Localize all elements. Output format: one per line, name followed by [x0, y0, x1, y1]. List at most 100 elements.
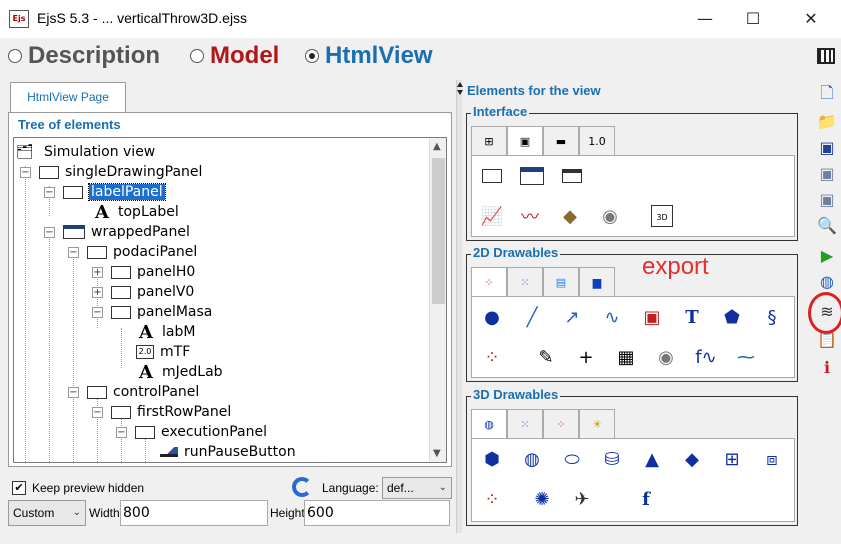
- scroll-up-icon[interactable]: ▲: [433, 141, 441, 152]
- video-2d-icon[interactable]: ▦: [612, 343, 640, 371]
- globe-icon[interactable]: ◍: [816, 270, 838, 292]
- tree-item-executionpanel[interactable]: − executionPanel: [116, 422, 267, 442]
- expand-toggle[interactable]: +: [92, 266, 103, 278]
- polygon-2d-icon[interactable]: ⬟: [718, 303, 746, 331]
- tab-2d-sets-icon[interactable]: ⁙: [507, 267, 543, 296]
- collapse-toggle[interactable]: −: [92, 306, 103, 318]
- close-button[interactable]: ✕: [788, 4, 834, 34]
- disk-3d-icon[interactable]: ⬭: [558, 445, 586, 473]
- tab-2d-basic-icon[interactable]: ⁘: [471, 267, 507, 296]
- tree-item-wrappedpanel[interactable]: − wrappedPanel: [44, 222, 190, 242]
- scroll-down-icon[interactable]: ▼: [433, 448, 441, 459]
- tree-item-singledrawingpanel[interactable]: − singleDrawingPanel: [20, 162, 202, 182]
- element-tree[interactable]: 🗂 Simulation view − singleDrawingPanel −…: [13, 137, 447, 463]
- shape-2d-icon[interactable]: ●: [478, 303, 506, 331]
- tree-item-toplabel[interactable]: A topLabel: [92, 202, 179, 223]
- collapse-toggle[interactable]: −: [116, 426, 127, 438]
- collapse-toggle[interactable]: −: [44, 186, 55, 198]
- plotting-panel-icon[interactable]: 📈: [478, 202, 506, 230]
- data-trail-2d-icon[interactable]: ⁓: [732, 343, 760, 371]
- image-panel-icon[interactable]: ◆: [556, 202, 584, 230]
- expand-toggle[interactable]: +: [92, 286, 103, 298]
- tree-item-simulation-view[interactable]: 🗂 Simulation view: [16, 142, 155, 162]
- sphere-3d-icon[interactable]: ◍: [518, 445, 546, 473]
- tab-htmlview-page[interactable]: HtmlView Page: [10, 82, 126, 112]
- segment-2d-icon[interactable]: ╱: [518, 303, 546, 331]
- radio-icon[interactable]: [8, 49, 22, 63]
- tree-item-runpausebutton[interactable]: runPauseButton: [160, 442, 296, 462]
- tree-item-controlpanel[interactable]: − controlPanel: [68, 382, 199, 402]
- trace-3d-icon[interactable]: ⁘: [478, 485, 506, 513]
- cone-3d-icon[interactable]: ▲: [638, 445, 666, 473]
- tab-3d-sets-icon[interactable]: ⁙: [507, 409, 543, 438]
- minimize-button[interactable]: —: [682, 4, 728, 34]
- plane-3d-icon[interactable]: ⊞: [718, 445, 746, 473]
- trace-2d-icon[interactable]: ⁘: [478, 343, 506, 371]
- refresh-icon[interactable]: [292, 477, 312, 497]
- cursor-2d-icon[interactable]: +: [572, 343, 600, 371]
- tab-tree-icon[interactable]: ⊞: [471, 126, 507, 155]
- cylinder-3d-icon[interactable]: ⛁: [598, 445, 626, 473]
- language-select[interactable]: def... ⌄: [382, 477, 452, 499]
- tree-item-mjedlab[interactable]: A mJedLab: [136, 362, 223, 383]
- keep-preview-checkbox[interactable]: ✔: [12, 481, 26, 495]
- tree-item-mtf[interactable]: 2.0 mTF: [136, 342, 190, 362]
- grid-view-icon[interactable]: [817, 48, 835, 64]
- width-input[interactable]: 800: [120, 500, 268, 526]
- tab-button-icon[interactable]: ▬: [543, 126, 579, 155]
- shuttle-3d-icon[interactable]: ✈: [568, 485, 596, 513]
- height-input[interactable]: 600: [304, 500, 450, 526]
- tabbed-panel-element-icon[interactable]: [558, 162, 586, 190]
- tab-window-icon[interactable]: ▣: [507, 126, 543, 155]
- ellipsoid-3d-icon[interactable]: ✺: [528, 485, 556, 513]
- tree-scrollbar[interactable]: ▲ ▼: [429, 138, 446, 462]
- maximize-button[interactable]: ☐: [730, 4, 776, 34]
- arrow-2d-icon[interactable]: ↗: [558, 303, 586, 331]
- tree-item-firstrowpanel[interactable]: − firstRowPanel: [92, 402, 231, 422]
- drawing-panel-3d-icon[interactable]: 3D: [648, 202, 676, 230]
- tab-3d-basic-icon[interactable]: ◍: [471, 409, 507, 438]
- tree-item-panelmasa[interactable]: − panelMasa: [92, 302, 212, 322]
- collapse-toggle[interactable]: −: [68, 246, 79, 258]
- trail-2d-icon[interactable]: §: [758, 303, 786, 331]
- radio-icon[interactable]: [190, 49, 204, 63]
- new-file-icon[interactable]: 🗋: [816, 83, 838, 106]
- camera-2d-icon[interactable]: ◉: [652, 343, 680, 371]
- save-as-icon[interactable]: ▣: [816, 162, 838, 184]
- spring-2d-icon[interactable]: ∿: [598, 303, 626, 331]
- function-surface-3d-icon[interactable]: f: [632, 485, 660, 513]
- collapse-toggle[interactable]: −: [68, 386, 79, 398]
- camera-icon[interactable]: ◉: [596, 202, 624, 230]
- search-icon[interactable]: 🔍: [816, 214, 838, 236]
- open-folder-icon[interactable]: 📁: [816, 110, 838, 132]
- save-icon[interactable]: ▣: [816, 136, 838, 158]
- mode-htmlview[interactable]: HtmlView: [305, 42, 433, 70]
- collapse-toggle[interactable]: −: [44, 226, 55, 238]
- graph-element-icon[interactable]: 〰: [516, 202, 544, 230]
- collapse-toggle[interactable]: −: [20, 166, 31, 178]
- tree-item-labm[interactable]: A labM: [136, 322, 195, 343]
- scroll-thumb[interactable]: [432, 158, 445, 304]
- tree-item-labelpanel[interactable]: − labelPanel: [44, 182, 166, 202]
- analytic-curve-2d-icon[interactable]: ✎: [532, 343, 560, 371]
- surface-3d-icon[interactable]: ⧈: [758, 445, 786, 473]
- wrapped-panel-element-icon[interactable]: [518, 162, 546, 190]
- panel-element-icon[interactable]: [478, 162, 506, 190]
- tree-item-panelv0[interactable]: + panelV0: [92, 282, 194, 302]
- text-2d-icon[interactable]: T: [678, 303, 706, 331]
- tab-2d-fields-icon[interactable]: ▤: [543, 267, 579, 296]
- tree-item-panelh0[interactable]: + panelH0: [92, 262, 195, 282]
- mode-description[interactable]: Description: [8, 42, 160, 70]
- radio-selected-icon[interactable]: [305, 49, 319, 63]
- box-3d-icon[interactable]: ⬢: [478, 445, 506, 473]
- function-2d-icon[interactable]: f∿: [692, 343, 720, 371]
- tab-3d-lights-icon[interactable]: ☀: [579, 409, 615, 438]
- image-2d-icon[interactable]: ▣: [638, 303, 666, 331]
- pyramid-3d-icon[interactable]: ◆: [678, 445, 706, 473]
- tab-2d-containers-icon[interactable]: ▆: [579, 267, 615, 296]
- info-icon[interactable]: ℹ: [816, 356, 838, 378]
- tree-item-podacipanel[interactable]: − podaciPanel: [68, 242, 197, 262]
- tree-item-stopbutton[interactable]: stopButton: [160, 462, 261, 463]
- tab-field-icon[interactable]: 1.0: [579, 126, 615, 155]
- run-icon[interactable]: ▶: [816, 244, 838, 266]
